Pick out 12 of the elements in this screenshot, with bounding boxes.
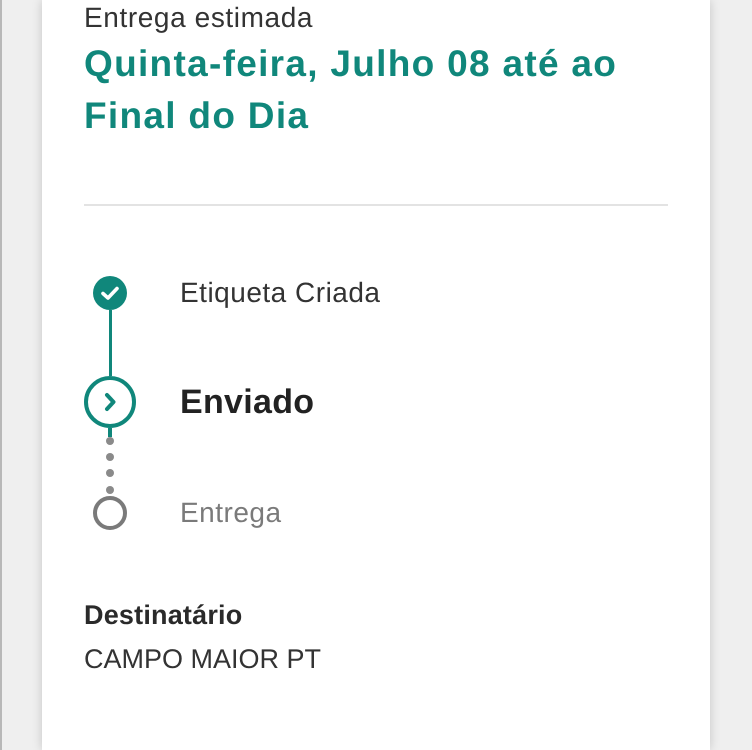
check-circle-icon xyxy=(93,276,127,310)
empty-circle-icon xyxy=(93,496,127,530)
estimate-date: Quinta-feira, Julho 08 até ao Final do Dia xyxy=(84,42,618,138)
estimate-label: Entrega estimada xyxy=(84,1,314,35)
step-label: Enviado xyxy=(180,382,316,422)
recipient-value: CAMPO MAIOR PT xyxy=(84,643,322,676)
connector-line xyxy=(108,310,112,376)
dotted-connector-line xyxy=(106,428,114,496)
step-label: Entrega xyxy=(180,497,283,529)
step-label: Etiqueta Criada xyxy=(180,277,382,309)
recipient-label: Destinatário xyxy=(84,599,244,632)
chevron-circle-icon xyxy=(84,376,136,428)
